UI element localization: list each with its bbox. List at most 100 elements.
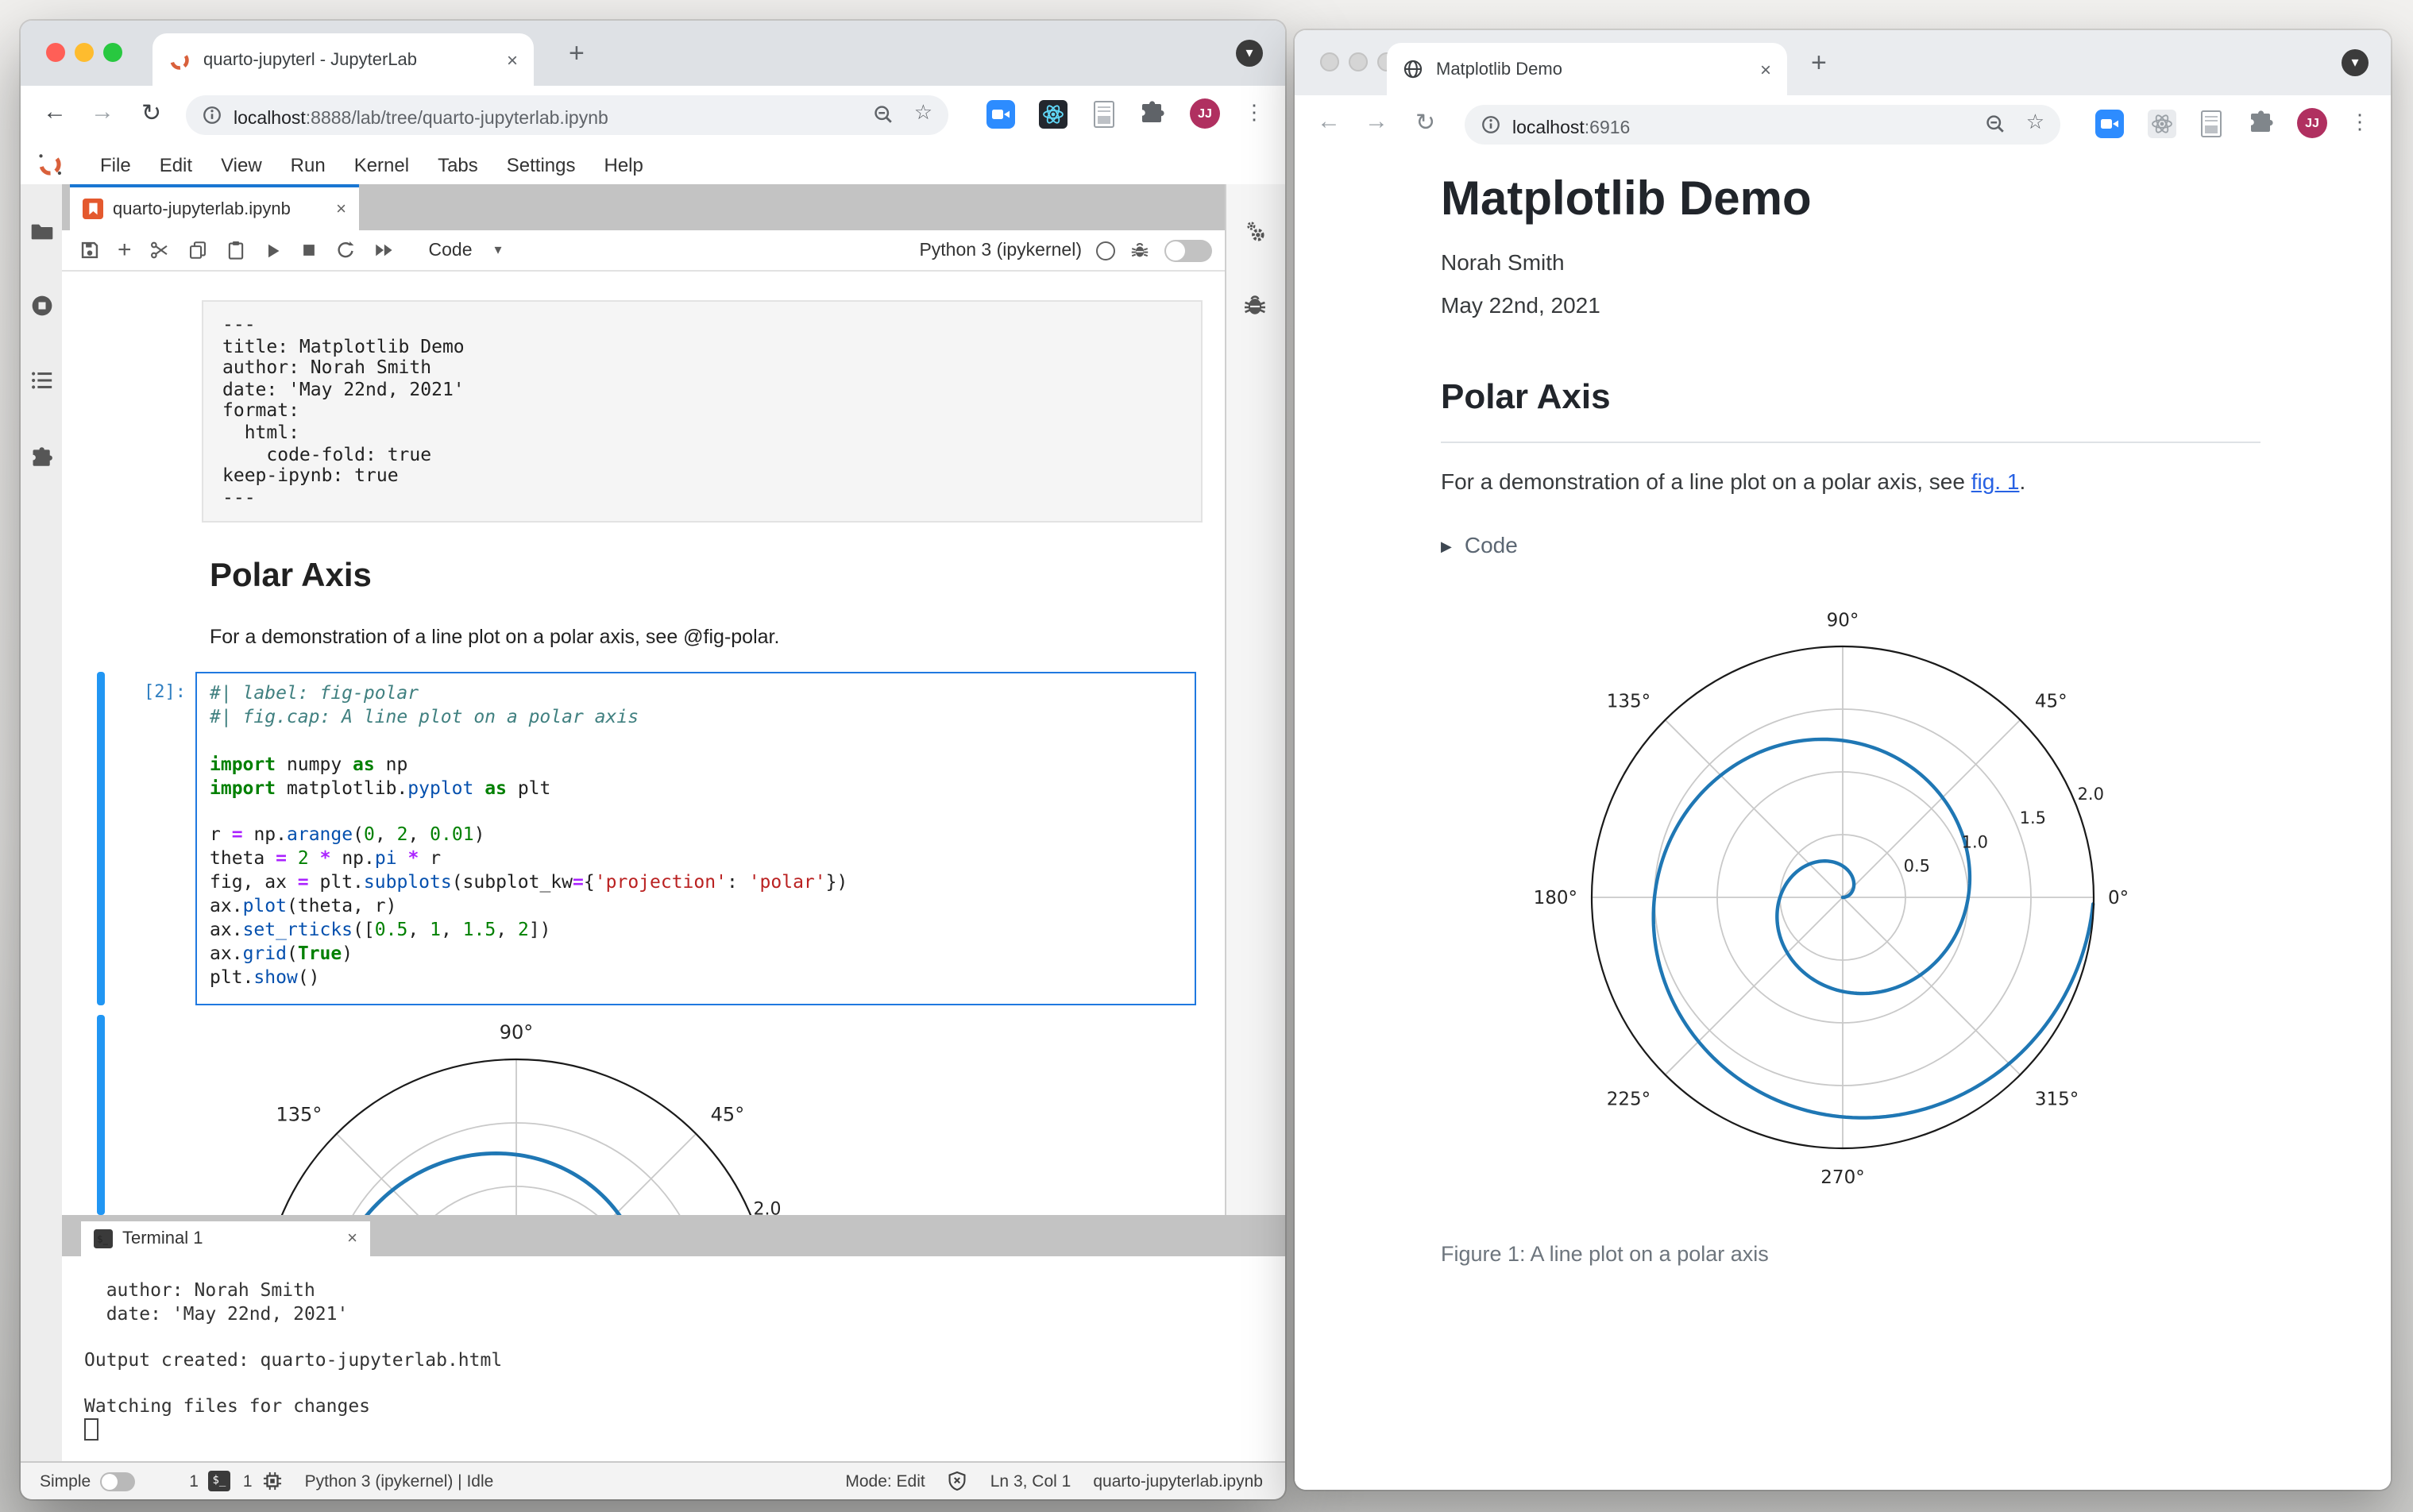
browser-menu-icon[interactable]: ⋮	[1244, 100, 1264, 125]
figure-caption: Figure 1: A line plot on a polar axis	[1441, 1242, 1769, 1266]
yaml-raw-cell[interactable]: --- title: Matplotlib Demo author: Norah S…	[202, 300, 1203, 523]
code-cell[interactable]: #| label: fig-polar #| fig.cap: A line pl…	[195, 672, 1196, 1005]
toolbar-bug-icon[interactable]	[1129, 240, 1150, 260]
terminals-icon[interactable]: $_	[207, 1471, 230, 1491]
url-text[interactable]: localhost:6916	[1512, 113, 1630, 141]
reload-icon[interactable]: ↻	[141, 98, 161, 127]
terminal-output[interactable]: author: Norah Smith date: 'May 22nd, 202…	[62, 1256, 1285, 1463]
minimize-window-button[interactable]	[75, 43, 94, 62]
profile-avatar[interactable]: JJ	[2297, 108, 2327, 138]
address-bar[interactable]: localhost:8888/lab/tree/quarto-jupyterla…	[186, 95, 948, 135]
file-browser-icon[interactable]	[30, 219, 54, 243]
browser-tab[interactable]: quarto-jupyterl - JupyterLab ×	[153, 33, 534, 86]
close-window-button[interactable]	[46, 43, 65, 62]
menu-item-file[interactable]: File	[86, 153, 145, 176]
zoom-app-extension-icon[interactable]	[2095, 110, 2124, 138]
terminal-tab[interactable]: $_ Terminal 1 ×	[81, 1221, 370, 1256]
figure-link[interactable]: fig. 1	[1971, 469, 2020, 494]
minimize-window-button[interactable]	[1349, 52, 1368, 71]
toolbar-toggle[interactable]	[1164, 239, 1212, 261]
desktop: quarto-jupyterl - JupyterLab × + ▾ ← → ↻…	[0, 0, 2413, 1512]
zoom-app-extension-icon[interactable]	[986, 100, 1015, 129]
maximize-window-button[interactable]	[103, 43, 122, 62]
cell-type-dropdown[interactable]: Code	[429, 241, 473, 260]
tab-search-icon[interactable]: ▾	[2342, 49, 2369, 76]
stop-kernel-icon[interactable]	[300, 241, 318, 259]
zoom-out-icon[interactable]	[872, 103, 894, 125]
code-line: r = np.arange(0, 2, 0.01)	[210, 823, 485, 846]
profile-avatar[interactable]: JJ	[1190, 98, 1220, 129]
notebook-paragraph: For a demonstration of a line plot on a …	[210, 626, 780, 648]
table-of-contents-icon[interactable]	[30, 368, 54, 392]
terminals-count: 1	[189, 1472, 199, 1491]
react-devtools-extension-icon[interactable]	[2148, 110, 2176, 138]
tab-close-icon[interactable]: ×	[1760, 58, 1771, 80]
kernel-name-button[interactable]: Python 3 (ipykernel)	[919, 241, 1082, 260]
kernel-status-icon[interactable]	[1096, 241, 1115, 260]
site-info-icon[interactable]	[202, 105, 222, 125]
terminal-tab-close-icon[interactable]: ×	[347, 1229, 357, 1248]
cursor-position[interactable]: Ln 3, Col 1	[990, 1472, 1071, 1491]
extensions-puzzle-icon[interactable]	[2248, 110, 2275, 137]
document-extension-icon[interactable]	[2199, 110, 2224, 138]
tab-title: quarto-jupyterl - JupyterLab	[203, 50, 418, 69]
tab-search-icon[interactable]: ▾	[1236, 40, 1263, 67]
kernel-chip-icon[interactable]	[262, 1471, 283, 1491]
notebook-tab-close-icon[interactable]: ×	[336, 199, 346, 218]
add-cell-icon[interactable]: +	[118, 237, 132, 264]
back-icon[interactable]: ←	[43, 98, 67, 125]
menu-item-edit[interactable]: Edit	[145, 153, 207, 176]
cell-type-caret-icon[interactable]: ▾	[495, 241, 502, 259]
restart-kernel-icon[interactable]	[335, 240, 356, 260]
bookmark-star-icon[interactable]: ☆	[2026, 110, 2044, 135]
react-devtools-extension-icon[interactable]	[1039, 100, 1068, 129]
menu-item-kernel[interactable]: Kernel	[340, 153, 423, 176]
forward-icon[interactable]: →	[1365, 108, 1388, 135]
paste-cell-icon[interactable]	[226, 240, 246, 260]
menu-item-help[interactable]: Help	[590, 153, 658, 176]
trust-shield-icon[interactable]	[948, 1471, 968, 1491]
browser-tab[interactable]: Matplotlib Demo ×	[1387, 43, 1787, 95]
bookmark-star-icon[interactable]: ☆	[914, 100, 932, 125]
notebook-tab[interactable]: quarto-jupyterlab.ipynb ×	[70, 184, 359, 230]
cell-collapser[interactable]	[97, 672, 105, 1005]
running-kernels-icon[interactable]	[30, 294, 54, 318]
new-tab-button[interactable]: +	[1811, 48, 1827, 79]
restart-run-all-icon[interactable]	[373, 240, 394, 260]
cut-cell-icon[interactable]	[149, 240, 170, 260]
browser-menu-icon[interactable]: ⋮	[2349, 110, 2370, 135]
back-icon[interactable]: ←	[1317, 108, 1341, 135]
close-window-button[interactable]	[1320, 52, 1339, 71]
url-text[interactable]: localhost:8888/lab/tree/quarto-jupyterla…	[234, 103, 608, 132]
site-info-icon[interactable]	[1481, 114, 1501, 135]
reload-icon[interactable]: ↻	[1415, 108, 1435, 137]
extension-manager-icon[interactable]	[30, 446, 54, 470]
document-extension-icon[interactable]	[1091, 100, 1117, 129]
browser-tabstrip: quarto-jupyterl - JupyterLab × + ▾	[21, 21, 1285, 86]
property-inspector-gears-icon[interactable]	[1242, 219, 1269, 246]
mode-indicator: Mode: Edit	[845, 1472, 925, 1491]
menu-item-tabs[interactable]: Tabs	[423, 153, 492, 176]
code-fold-toggle[interactable]: ▶ Code	[1441, 532, 1518, 557]
tab-close-icon[interactable]: ×	[507, 48, 518, 71]
menu-item-view[interactable]: View	[207, 153, 276, 176]
menu-item-run[interactable]: Run	[276, 153, 340, 176]
terminal-line: date: 'May 22nd, 2021'	[84, 1302, 349, 1325]
notebook-content[interactable]: --- title: Matplotlib Demo author: Norah S…	[62, 272, 1225, 1215]
extensions-puzzle-icon[interactable]	[1139, 100, 1166, 127]
left-activity-bar	[21, 184, 64, 1463]
forward-icon[interactable]: →	[91, 98, 114, 125]
kernel-status-text[interactable]: Python 3 (ipykernel) | Idle	[305, 1472, 494, 1491]
menu-item-settings[interactable]: Settings	[492, 153, 590, 176]
simple-mode-toggle[interactable]	[100, 1472, 136, 1491]
run-cell-icon[interactable]	[264, 241, 283, 260]
save-icon[interactable]	[79, 240, 100, 260]
new-tab-button[interactable]: +	[569, 38, 585, 70]
copy-cell-icon[interactable]	[187, 240, 208, 260]
zoom-out-icon[interactable]	[1984, 113, 2006, 135]
svg-text:45°: 45°	[2035, 691, 2067, 712]
debugger-bug-icon[interactable]	[1242, 292, 1268, 318]
output-collapser[interactable]	[97, 1015, 105, 1215]
address-bar[interactable]: localhost:6916 ☆	[1465, 105, 2060, 145]
